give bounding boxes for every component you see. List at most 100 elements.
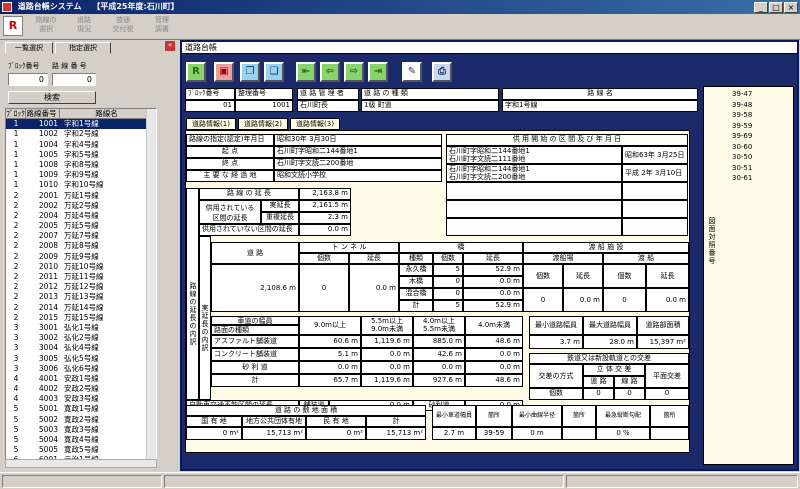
ferry-facility-label: 渡 船 施 設 [523,242,689,253]
width-4-5m: 4.0m以上 5.5m未満 [413,316,465,335]
save-icon[interactable]: ▣ [214,62,234,82]
block-cell: 5 [13,435,19,444]
edit-icon[interactable]: ✎ [402,62,422,82]
list-item[interactable]: 1 1004 字和4号線 [6,140,156,150]
r-button[interactable]: R [3,16,23,36]
list-item[interactable]: 2 2008 万延8号線 [6,241,156,251]
site-area-col-label: 民 有 地 [306,416,366,427]
tax-button[interactable]: 普通 交付税 [108,16,138,38]
bridge-count: 0 [433,276,463,288]
block-cell: 1 [13,180,19,190]
list-item[interactable]: 4 4003 安政3号線 [6,394,156,404]
list-item[interactable]: 2 2010 万延10号線 [6,262,156,272]
list-item[interactable]: 5 5002 寛政2号線 [6,415,156,425]
prev-record-icon[interactable]: ⇦ [320,62,340,82]
list-scrollbar[interactable] [146,109,156,459]
service-section-1: 石川町字昭和二144番地1 石川町字文読二111番地 [446,146,622,164]
route-name-cell: 万延4号線 [64,210,99,220]
list-item[interactable]: 5 5001 寛政1号線 [6,404,156,414]
route-name-cell: 万延7号線 [64,231,99,241]
bridge-label: 橋 [399,242,523,253]
route-no-cell: 4001 [38,373,58,383]
route-name-cell: 弘化2号線 [64,333,99,343]
bridge-count-label: 個数 [433,253,463,264]
list-item[interactable]: 2 2015 万延15号線 [6,313,156,323]
route-name-cell: 万延2号線 [64,200,99,210]
next-record-icon[interactable]: ⇨ [344,62,364,82]
route-number-input[interactable]: 0 [52,73,96,86]
bridge-type: 計 [399,300,433,312]
block-cell: 2 [13,200,19,210]
non-service-length-label: 供用されていない区間の延長 [199,224,299,236]
list-item[interactable]: 5 5003 寛政3号線 [6,425,156,435]
list-item[interactable]: 3 3001 弘化1号線 [6,323,156,333]
list-item[interactable]: 1 1005 字和5号線 [6,150,156,160]
list-item[interactable]: 2 2012 万延12号線 [6,282,156,292]
list-item[interactable]: 2 2009 万延9号線 [6,252,156,262]
drawing-ref-item: 39-47 [732,90,753,98]
close-button[interactable]: × [784,2,798,13]
list-item[interactable]: 3 3005 弘化5号線 [6,354,156,364]
list-item[interactable]: 2 2005 万延5号線 [6,221,156,231]
copy-icon[interactable]: ❐ [240,62,260,82]
drawing-ref-label: 図面対照番号 [708,217,716,265]
surface-length: 48.6 m [465,374,523,387]
list-item[interactable]: 3 3004 弘化4号線 [6,343,156,353]
list-item[interactable]: 4 4002 安政2号線 [6,384,156,394]
drawing-ref-item: 39-48 [732,100,753,109]
bridge-length: 52.9 m [463,300,523,312]
list-item[interactable]: 5 5005 寛政5号線 [6,445,156,455]
minimize-button[interactable]: _ [754,2,768,13]
tab-list-select[interactable]: 一覧選択 [5,42,53,54]
list-item[interactable]: 2 2004 万延4号線 [6,211,156,221]
route-no-cell: 2008 [38,241,58,251]
width-9m-plus: 9.0m以上 [299,316,361,335]
list-item[interactable]: 1 1008 字和8号線 [6,160,156,170]
admin-report-button[interactable]: 管理 調書 [148,16,176,38]
list-item[interactable]: 2 2011 万延11号線 [6,272,156,282]
list-item[interactable]: 2 2013 万延13号線 [6,292,156,302]
route-name-cell: 寛政4号線 [64,435,99,444]
list-item[interactable]: 5 5004 寛政4号線 [6,435,156,445]
first-record-icon[interactable]: ⇤ [296,62,316,82]
last-record-icon[interactable]: ⇥ [368,62,388,82]
waypoint-label: 主 要 な 経 過 地 [186,170,274,182]
list-item[interactable]: 3 3006 弘化6号線 [6,364,156,374]
width-5-9m: 5.5m以上 9.0m未満 [361,316,413,335]
list-item[interactable]: 2 2001 万延1号線 [6,191,156,201]
print-icon[interactable]: ⎙ [432,62,452,82]
list-item[interactable]: 2 2002 万延2号線 [6,201,156,211]
list-item[interactable]: 1 1009 字和9号線 [6,170,156,180]
list-item[interactable]: 2 2014 万延14号線 [6,303,156,313]
list-item[interactable]: 1 1002 字和2号線 [6,129,156,139]
register-icon[interactable]: R [186,62,206,82]
ferry-port-length-label: 延長 [563,264,603,288]
list-item[interactable]: 1 1001 字和1号線 [6,119,156,130]
paste-icon[interactable]: ❏ [264,62,284,82]
list-hscrollbar[interactable] [5,459,157,468]
main-toolbar: R 路線の 選択 道路 現況 普通 交付税 管理 調書 [0,14,800,40]
service-date-1: 昭和63年 3月25日 [622,146,688,164]
tab-road-info-3[interactable]: 道路情報(3) [290,118,340,130]
list-item[interactable]: 4 4001 安政1号線 [6,374,156,384]
search-button[interactable]: 検索 [8,91,96,104]
list-item[interactable]: 2 2007 万延7号線 [6,231,156,241]
maximize-button[interactable]: □ [769,2,783,13]
road-status-button[interactable]: 道路 現況 [70,16,98,38]
geometry-col-label: 箇所 [650,405,689,427]
width-under-4m: 4.0m未満 [465,316,523,335]
route-no-cell: 1001 [38,119,58,129]
surface-length: 0.0 m [361,348,413,361]
tab-road-info-1[interactable]: 道路情報(1) [186,118,236,130]
collapse-panel-icon[interactable]: « [165,41,175,51]
tab-specify-select[interactable]: 指定選択 [55,42,111,54]
surface-length: 1,119.6 m [361,335,413,348]
block-cell: 1 [13,159,19,169]
list-item[interactable]: 3 3002 弘化2号線 [6,333,156,343]
route-select-button[interactable]: 路線の 選択 [32,16,60,38]
block-number-input[interactable]: 0 [8,73,48,86]
route-list[interactable]: ﾌﾞﾛｯｸ 路線番号 路線名 1 1001 字和1号線 1 1002 字和2号線 1 1004… [5,108,157,460]
tab-road-info-2[interactable]: 道路情報(2) [238,118,288,130]
route-no-cell: 1009 [38,170,58,180]
list-item[interactable]: 1 1010 字和10号線 [6,180,156,190]
